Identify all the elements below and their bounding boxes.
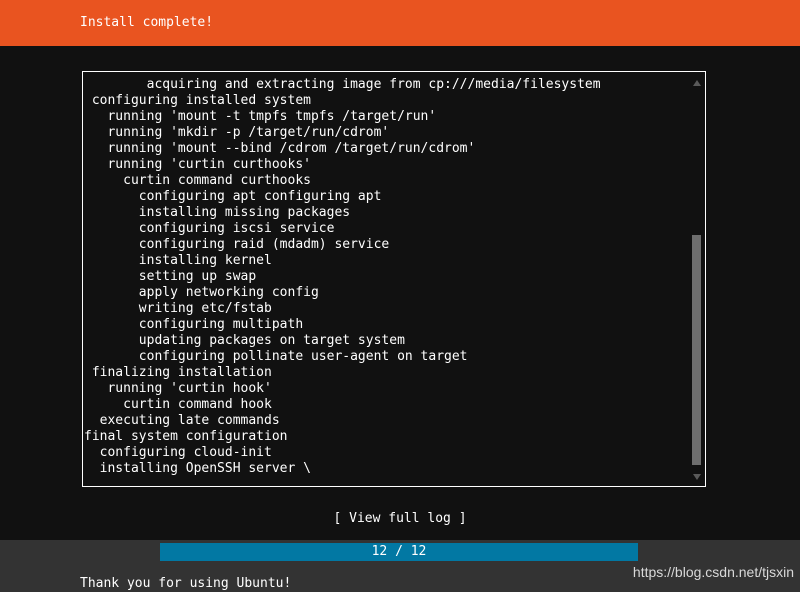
log-line: configuring apt configuring apt	[84, 189, 382, 204]
log-line: curtin command hook	[84, 397, 272, 412]
log-line: running 'mount --bind /cdrom /target/run…	[84, 141, 476, 156]
progress-bar: 12 / 12	[160, 543, 638, 561]
log-line: running 'curtin hook'	[84, 381, 272, 396]
scroll-down-arrow-icon[interactable]	[693, 474, 701, 480]
log-line: running 'mkdir -p /target/run/cdrom'	[84, 125, 390, 140]
scrollbar-thumb[interactable]	[692, 235, 701, 465]
log-line: acquiring and extracting image from cp:/…	[84, 77, 601, 92]
log-line: final system configuration	[84, 429, 288, 444]
watermark-text: https://blog.csdn.net/tjsxin	[632, 564, 794, 580]
main-body: acquiring and extracting image from cp:/…	[0, 46, 800, 540]
view-full-log-button[interactable]: [ View full log ]	[0, 511, 800, 527]
log-line: installing missing packages	[84, 205, 351, 220]
log-line: configuring raid (mdadm) service	[84, 237, 390, 252]
log-line: configuring iscsi service	[84, 221, 335, 236]
log-line: running 'curtin curthooks'	[84, 157, 311, 172]
log-line: configuring pollinate user-agent on targ…	[84, 349, 468, 364]
install-log-panel: acquiring and extracting image from cp:/…	[82, 71, 706, 487]
log-line: apply networking config	[84, 285, 319, 300]
log-line: setting up swap	[84, 269, 257, 284]
log-line: installing OpenSSH server \	[84, 461, 311, 476]
log-line: updating packages on target system	[84, 333, 405, 348]
footer-message: Thank you for using Ubuntu!	[80, 576, 292, 591]
progress-bar-label: 12 / 12	[371, 544, 427, 559]
log-line: curtin command curthooks	[84, 173, 311, 188]
log-line: writing etc/fstab	[84, 301, 272, 316]
log-line: installing kernel	[84, 253, 272, 268]
log-line: running 'mount -t tmpfs tmpfs /target/ru…	[84, 109, 437, 124]
scroll-up-arrow-icon[interactable]	[693, 80, 701, 86]
log-line: finalizing installation	[84, 365, 272, 380]
page-title: Install complete!	[80, 15, 214, 30]
log-line: executing late commands	[84, 413, 280, 428]
header-bar: Install complete!	[0, 0, 800, 46]
log-line: configuring multipath	[84, 317, 304, 332]
footer-area: 12 / 12 Thank you for using Ubuntu! http…	[0, 540, 800, 592]
log-line-list: acquiring and extracting image from cp:/…	[83, 77, 683, 483]
log-line: configuring cloud-init	[84, 445, 272, 460]
log-line: configuring installed system	[84, 93, 311, 108]
log-scrollbar[interactable]	[690, 73, 704, 486]
